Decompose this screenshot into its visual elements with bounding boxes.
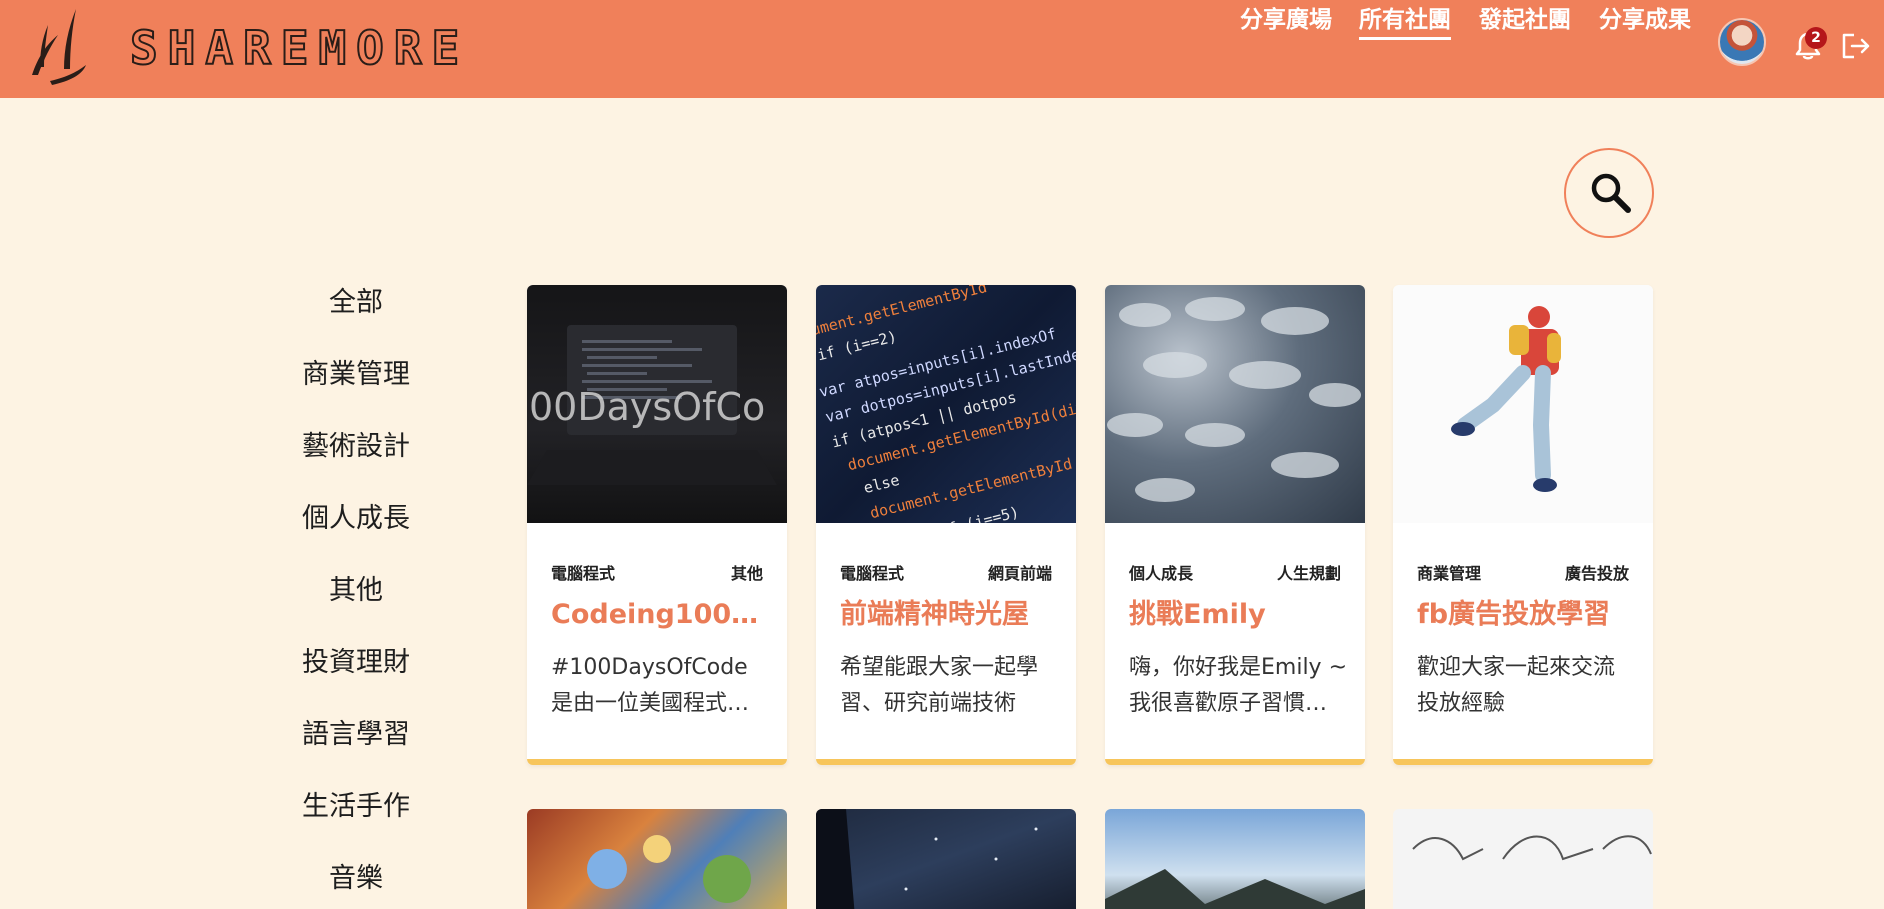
- club-cover-image: [587, 835, 751, 903]
- nav-share-results[interactable]: 分享成果: [1599, 0, 1691, 40]
- user-avatar[interactable]: [1718, 18, 1766, 66]
- nav-all-clubs[interactable]: 所有社團: [1359, 0, 1451, 40]
- logout-icon[interactable]: [1840, 31, 1872, 61]
- brand-logo[interactable]: SHAREMORE: [28, 5, 488, 85]
- category-personal-growth[interactable]: 個人成長: [260, 496, 452, 535]
- svg-text:else: else: [862, 471, 901, 497]
- nav-share-square[interactable]: 分享廣場: [1240, 0, 1332, 40]
- category-art-design[interactable]: 藝術設計: [260, 424, 452, 463]
- card-tag-category: 電腦程式: [840, 564, 905, 583]
- category-investment[interactable]: 投資理財: [260, 640, 452, 679]
- card-description: 希望能跟大家一起學習、研究前端技術: [840, 655, 1039, 716]
- nav-create-club[interactable]: 發起社團: [1479, 0, 1571, 40]
- club-card[interactable]: [1105, 809, 1365, 909]
- category-handcraft[interactable]: 生活手作: [260, 784, 452, 823]
- club-card[interactable]: [1393, 809, 1653, 909]
- category-all[interactable]: 全部: [260, 280, 452, 319]
- club-cover-image: [816, 809, 1038, 909]
- club-cover-image: [1412, 835, 1652, 861]
- club-card[interactable]: 00DaysOfCo 電腦程式 其他 Codeing100天... #100Da…: [527, 285, 787, 765]
- card-title[interactable]: Codeing100天...: [551, 592, 763, 631]
- club-cover-image: 00DaysOfCo: [527, 285, 787, 523]
- card-title[interactable]: 前端精神時光屋: [840, 592, 1052, 631]
- brand-name: SHAREMORE: [129, 20, 470, 76]
- notification-badge: 2: [1805, 27, 1827, 49]
- category-language[interactable]: 語言學習: [260, 712, 452, 751]
- card-description: #100DaysOfCode是由一位美國程式設計師發起: [551, 655, 750, 716]
- search-icon: [1591, 173, 1631, 213]
- club-cover-image: [1105, 869, 1365, 909]
- club-card[interactable]: [527, 809, 787, 909]
- card-tag-subcategory: 網頁前端: [987, 564, 1052, 583]
- club-cover-image: document.getElementById se if (i==2) var…: [816, 285, 1076, 523]
- card-tag-category: 個人成長: [1129, 564, 1194, 583]
- card-tag-subcategory: 人生規劃: [1276, 564, 1341, 583]
- club-cover-image: [1393, 285, 1653, 523]
- card-tag-subcategory: 其他: [730, 564, 763, 583]
- svg-text:document.getElementById: document.getElementById: [816, 285, 989, 346]
- card-description: 歡迎大家一起來交流投放經驗: [1417, 655, 1616, 716]
- logo-leaf-icon: [32, 9, 86, 85]
- card-tag-subcategory: 廣告投放: [1564, 564, 1629, 583]
- club-cover-image: [1105, 285, 1365, 523]
- search-button[interactable]: [1564, 148, 1654, 238]
- card-title[interactable]: fb廣告投放學習: [1417, 592, 1629, 631]
- category-business[interactable]: 商業管理: [260, 352, 452, 391]
- cover-text: 00DaysOfCo: [529, 385, 765, 429]
- top-header: SHAREMORE 分享廣場 所有社團 發起社團 分享成果 2: [0, 0, 1884, 98]
- club-card[interactable]: 商業管理 廣告投放 fb廣告投放學習 歡迎大家一起來交流投放經驗: [1393, 285, 1653, 765]
- category-music[interactable]: 音樂: [260, 856, 452, 895]
- card-tag-category: 電腦程式: [551, 564, 616, 583]
- card-description: 嗨，你好我是Emily ~ 我很喜歡原子習慣這本書: [1129, 655, 1347, 716]
- club-card[interactable]: 個人成長 人生規劃 挑戰Emily 嗨，你好我是Emily ~ 我很喜歡原子習慣…: [1105, 285, 1365, 765]
- club-card[interactable]: document.getElementById se if (i==2) var…: [816, 285, 1076, 765]
- club-card[interactable]: [816, 809, 1076, 909]
- card-title[interactable]: 挑戰Emily: [1129, 592, 1341, 631]
- card-tag-category: 商業管理: [1417, 564, 1482, 583]
- category-other[interactable]: 其他: [260, 568, 452, 607]
